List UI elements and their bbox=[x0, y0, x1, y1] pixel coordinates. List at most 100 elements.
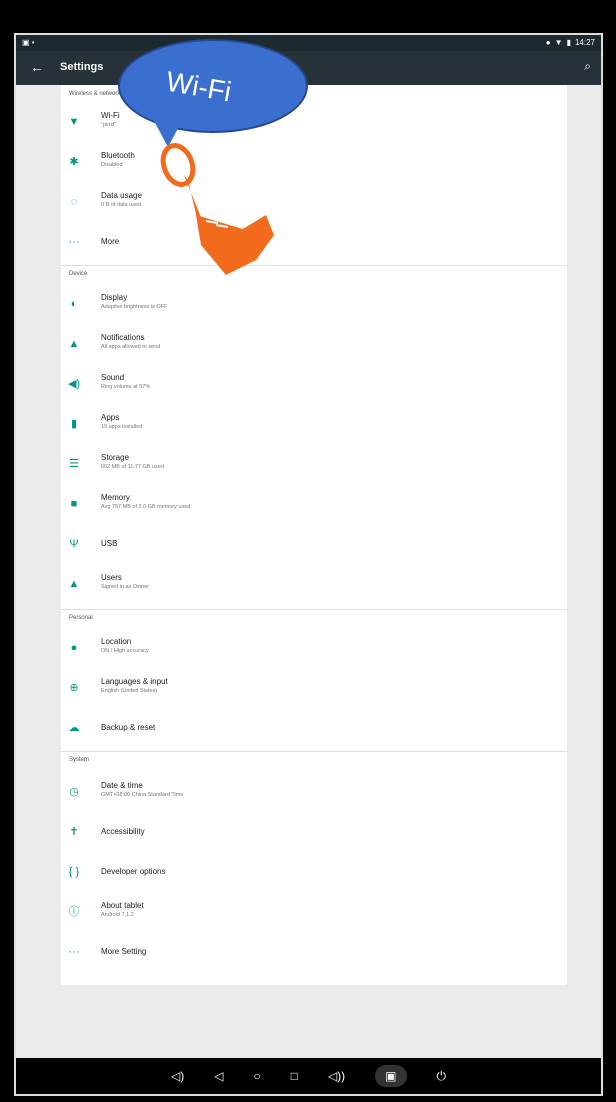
tablet-screen: ▣ • ● ▼ ▮ 14:27 ← Settings ⌕ Wireless & … bbox=[14, 33, 603, 1096]
settings-item-memory[interactable]: ■ Memory Avg 757 MB of 2.0 GB memory use… bbox=[61, 489, 567, 523]
item-title: Accessibility bbox=[101, 827, 145, 836]
page-title: Settings bbox=[60, 61, 104, 73]
battery-icon: ▮ bbox=[566, 38, 571, 47]
item-subtitle: Disabled bbox=[101, 162, 123, 168]
developer-icon: { } bbox=[68, 866, 80, 878]
settings-item-accessibility[interactable]: ✝ Accessibility bbox=[61, 817, 567, 851]
app-toolbar: ← Settings ⌕ bbox=[16, 51, 601, 85]
divider bbox=[61, 265, 567, 266]
item-subtitle: Ring volume at 57% bbox=[101, 384, 151, 390]
divider bbox=[61, 751, 567, 752]
settings-item-bluetooth[interactable]: ✱ Bluetooth Disabled bbox=[61, 147, 567, 181]
sound-icon: ◀) bbox=[67, 378, 81, 390]
back-icon[interactable]: ◁ bbox=[214, 1069, 223, 1083]
item-title: Memory bbox=[101, 493, 130, 502]
item-title: Data usage bbox=[101, 191, 142, 200]
apps-icon: ▮ bbox=[70, 418, 78, 430]
item-subtitle: ON / High accuracy bbox=[101, 648, 149, 654]
wifi-status-icon: ▼ bbox=[554, 38, 563, 47]
item-title: Users bbox=[101, 573, 122, 582]
users-icon: ▲ bbox=[68, 578, 80, 590]
item-title: Date & time bbox=[101, 781, 143, 790]
recents-icon[interactable]: □ bbox=[291, 1069, 298, 1083]
item-subtitle: Signed in as Owner bbox=[101, 584, 149, 590]
item-subtitle: All apps allowed to send bbox=[101, 344, 161, 350]
callout-label: Wi-Fi bbox=[163, 65, 234, 108]
item-title: USB bbox=[101, 539, 118, 548]
item-title: About tablet bbox=[101, 901, 144, 910]
status-bar: ▣ • ● ▼ ▮ 14:27 bbox=[16, 35, 601, 51]
section-header-personal: Personal bbox=[69, 615, 93, 621]
item-title: Notifications bbox=[101, 333, 145, 342]
item-title: More bbox=[101, 237, 120, 246]
item-title: Developer options bbox=[101, 867, 166, 876]
screenshot-icon[interactable]: ▣ bbox=[375, 1065, 407, 1087]
accessibility-icon: ✝ bbox=[69, 826, 79, 838]
navigation-bar: ◁) ◁ ○ □ ◁)) ▣ ⏻ bbox=[16, 1058, 601, 1094]
settings-item-usb[interactable]: Ψ USB bbox=[61, 529, 567, 563]
settings-list: Wireless & networks ▼ Wi-Fi "pinzi" ✱ Bl… bbox=[61, 85, 567, 985]
wifi-callout-bubble: Wi-Fi bbox=[118, 39, 308, 133]
item-title: Wi-Fi bbox=[101, 111, 120, 120]
more-icon: ··· bbox=[68, 236, 80, 248]
usb-icon: Ψ bbox=[69, 538, 79, 550]
settings-item-apps[interactable]: ▮ Apps 19 apps installed bbox=[61, 409, 567, 443]
item-title: Bluetooth bbox=[101, 151, 135, 160]
settings-item-developer[interactable]: { } Developer options bbox=[61, 857, 567, 891]
settings-item-more[interactable]: ··· More bbox=[61, 227, 567, 261]
settings-item-data-usage[interactable]: ◌ Data usage 0 B of data used bbox=[61, 187, 567, 221]
language-icon: ⊕ bbox=[69, 682, 79, 694]
backup-icon: ☁ bbox=[68, 722, 80, 734]
settings-item-date-time[interactable]: ◷ Date & time GMT+08:00 China Standard T… bbox=[61, 777, 567, 811]
settings-content: Wireless & networks ▼ Wi-Fi "pinzi" ✱ Bl… bbox=[16, 85, 601, 1065]
settings-item-location[interactable]: ● Location ON / High accuracy bbox=[61, 633, 567, 667]
tapping-hand-icon bbox=[160, 143, 274, 275]
item-title: Languages & input bbox=[101, 677, 168, 686]
section-header-wireless: Wireless & networks bbox=[69, 91, 124, 97]
bluetooth-icon: ✱ bbox=[69, 156, 79, 168]
data-usage-icon: ◌ bbox=[70, 196, 78, 208]
power-icon[interactable]: ⏻ bbox=[437, 1069, 447, 1084]
settings-item-users[interactable]: ▲ Users Signed in as Owner bbox=[61, 569, 567, 603]
location-status-icon: ● bbox=[545, 38, 551, 47]
display-icon: ◐ bbox=[70, 298, 78, 310]
item-title: Backup & reset bbox=[101, 723, 156, 732]
divider bbox=[61, 609, 567, 610]
clock: 14:27 bbox=[574, 38, 595, 47]
settings-item-sound[interactable]: ◀) Sound Ring volume at 57% bbox=[61, 369, 567, 403]
volume-up-icon[interactable]: ◁)) bbox=[328, 1069, 345, 1083]
item-subtitle: GMT+08:00 China Standard Time bbox=[101, 792, 184, 798]
settings-item-display[interactable]: ◐ Display Adaptive brightness is OFF bbox=[61, 289, 567, 323]
item-title: Display bbox=[101, 293, 128, 302]
item-subtitle: 19 apps installed bbox=[101, 424, 143, 430]
settings-item-storage[interactable]: ☰ Storage 602 MB of 11.77 GB used bbox=[61, 449, 567, 483]
item-title: Storage bbox=[101, 453, 130, 462]
item-title: More Setting bbox=[101, 947, 147, 956]
item-subtitle: 602 MB of 11.77 GB used bbox=[101, 464, 164, 470]
back-arrow-icon[interactable]: ← bbox=[30, 59, 44, 75]
home-icon[interactable]: ○ bbox=[253, 1069, 260, 1083]
volume-down-icon[interactable]: ◁) bbox=[171, 1069, 184, 1083]
settings-item-about[interactable]: ⓘ About tablet Android 7.1.2 bbox=[61, 897, 567, 931]
memory-icon: ■ bbox=[70, 498, 78, 510]
notifications-icon: ▲ bbox=[68, 338, 80, 350]
item-subtitle: "pinzi" bbox=[101, 122, 117, 128]
storage-icon: ☰ bbox=[69, 458, 79, 470]
item-subtitle: 0 B of data used bbox=[101, 202, 142, 208]
item-subtitle: Android 7.1.2 bbox=[101, 912, 134, 918]
item-title: Location bbox=[101, 637, 132, 646]
more-icon: ··· bbox=[68, 946, 80, 958]
notification-icons: ▣ • bbox=[22, 38, 35, 47]
info-icon: ⓘ bbox=[68, 906, 80, 918]
section-header-device: Device bbox=[69, 271, 88, 277]
settings-item-more-setting[interactable]: ··· More Setting bbox=[61, 937, 567, 971]
item-subtitle: English (United States) bbox=[101, 688, 158, 694]
settings-item-backup[interactable]: ☁ Backup & reset bbox=[61, 713, 567, 747]
clock-icon: ◷ bbox=[69, 786, 79, 798]
search-icon[interactable]: ⌕ bbox=[584, 59, 591, 74]
settings-item-notifications[interactable]: ▲ Notifications All apps allowed to send bbox=[61, 329, 567, 363]
item-subtitle: Adaptive brightness is OFF bbox=[101, 304, 168, 310]
location-icon: ● bbox=[70, 642, 78, 654]
item-title: Apps bbox=[101, 413, 120, 422]
settings-item-languages[interactable]: ⊕ Languages & input English (United Stat… bbox=[61, 673, 567, 707]
